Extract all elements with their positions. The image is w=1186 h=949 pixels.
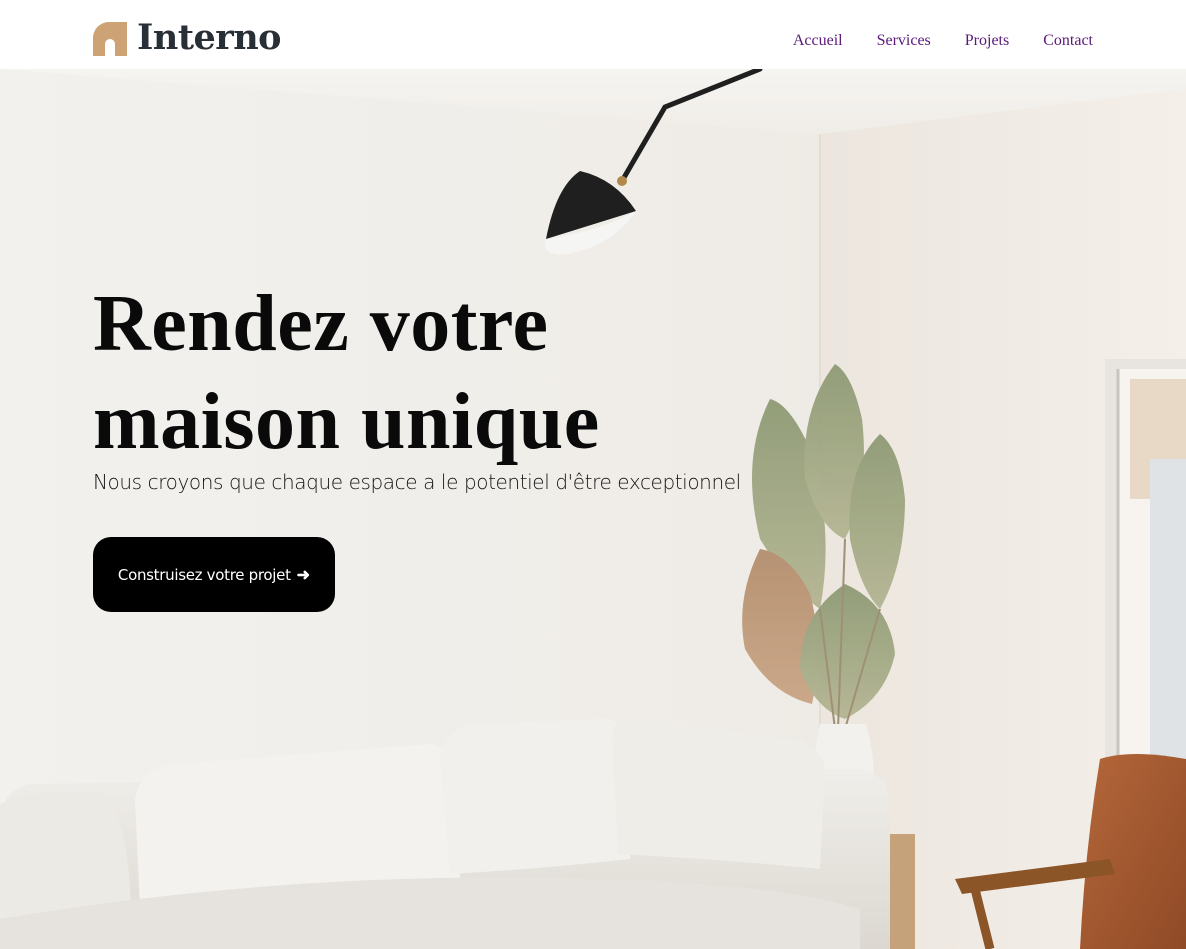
nav-link-contact[interactable]: Contact	[1043, 31, 1093, 51]
arrow-right-icon: ➜	[296, 566, 311, 584]
hero-title-line-1: Rendez votre	[93, 280, 549, 368]
build-project-button[interactable]: Construisez votre projet ➜	[93, 537, 335, 612]
site-header: Interno Accueil Services Projets Contact	[0, 0, 1186, 69]
brand-name: Interno	[137, 17, 282, 58]
hero-title-line-2: maison unique	[93, 378, 600, 466]
nav-link-services[interactable]: Services	[877, 31, 931, 51]
hero-title: Rendez votre maison unique	[93, 275, 733, 471]
nav-link-accueil[interactable]: Accueil	[793, 31, 843, 51]
hero-section: Rendez votre maison unique Nous croyons …	[0, 69, 1186, 949]
cta-label: Construisez votre projet	[117, 565, 291, 584]
main-nav: Accueil Services Projets Contact	[793, 31, 1093, 51]
arch-logo-icon	[93, 22, 127, 56]
nav-link-projets[interactable]: Projets	[965, 31, 1009, 51]
living-room-photo	[0, 69, 1186, 949]
brand-logo[interactable]: Interno	[93, 17, 282, 58]
hero-subtitle: Nous croyons que chaque espace a le pote…	[93, 470, 741, 494]
